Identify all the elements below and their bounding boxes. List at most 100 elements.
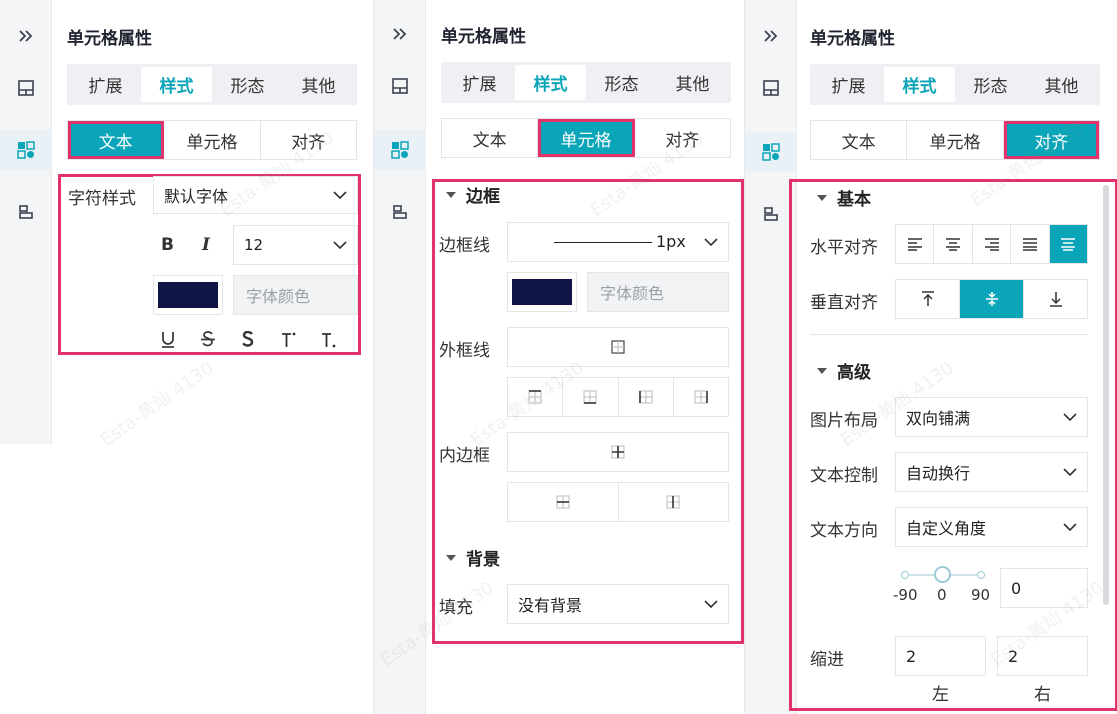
italic-button[interactable]: I: [202, 235, 210, 255]
cell-layout-icon[interactable]: [0, 68, 52, 108]
tab-other[interactable]: 其他: [283, 67, 354, 102]
main-tabs: 扩展 样式 形态 其他: [441, 62, 731, 103]
font-color-input[interactable]: 字体颜色: [233, 275, 358, 315]
hyperlink-icon[interactable]: [0, 192, 52, 232]
valign-bottom-button[interactable]: [1024, 280, 1087, 318]
slider-max-label: 90: [971, 586, 991, 604]
align-center-button[interactable]: [934, 225, 973, 263]
border-right-button[interactable]: [674, 378, 728, 416]
tab-other[interactable]: 其他: [1026, 67, 1097, 102]
expand-icon[interactable]: [745, 16, 797, 56]
strikethrough-icon[interactable]: [200, 331, 216, 349]
hyperlink-icon[interactable]: [374, 192, 426, 232]
inner-border-options: [507, 482, 729, 522]
tab-extend[interactable]: 扩展: [813, 67, 884, 102]
segment-align[interactable]: 对齐: [635, 119, 730, 157]
segment-align[interactable]: 对齐: [1003, 121, 1099, 159]
cell-style-icon[interactable]: [0, 130, 52, 170]
border-section-header[interactable]: 边框: [446, 182, 500, 207]
segment-cell[interactable]: 单元格: [538, 119, 635, 157]
inner-vertical-button[interactable]: [619, 483, 729, 521]
cell-style-icon[interactable]: [374, 130, 426, 170]
panel-title: 单元格属性: [810, 29, 895, 49]
color-swatch: [158, 282, 218, 308]
chevron-down-icon: [1063, 523, 1077, 531]
fill-value: 没有背景: [518, 596, 583, 615]
inner-vertical-icon: [666, 495, 680, 509]
font-family-select[interactable]: 默认字体: [153, 176, 358, 214]
angle-slider[interactable]: [901, 566, 985, 583]
border-top-button[interactable]: [508, 378, 564, 416]
tab-style[interactable]: 样式: [515, 65, 586, 100]
segment-text[interactable]: 文本: [442, 119, 539, 157]
valign-top-button[interactable]: [896, 280, 960, 318]
cell-style-icon[interactable]: [745, 132, 797, 172]
tab-extend[interactable]: 扩展: [444, 65, 515, 100]
expand-icon[interactable]: [374, 14, 426, 54]
slider-handle[interactable]: [934, 566, 951, 583]
hyperlink-icon[interactable]: [745, 194, 797, 234]
all-borders-button[interactable]: [508, 328, 728, 366]
outer-border-options: [507, 377, 729, 417]
border-width-value: 1px: [656, 232, 686, 251]
segment-cell[interactable]: 单元格: [907, 121, 1004, 159]
border-right-icon: [694, 390, 708, 404]
style-segment: 文本 单元格 对齐: [810, 120, 1100, 160]
style-segment: 文本 单元格 对齐: [441, 118, 731, 158]
text-direction-select[interactable]: 自定义角度: [895, 507, 1088, 547]
bold-button[interactable]: B: [161, 235, 174, 255]
font-size-select[interactable]: 12: [233, 225, 358, 265]
expand-icon[interactable]: [0, 16, 52, 56]
tab-shape[interactable]: 形态: [955, 67, 1026, 102]
cell-layout-icon[interactable]: [745, 68, 797, 108]
text-direction-label: 文本方向: [810, 521, 878, 541]
subscript-icon[interactable]: [321, 331, 337, 349]
border-bottom-button[interactable]: [563, 378, 619, 416]
text-control-select[interactable]: 自动换行: [895, 452, 1088, 492]
font-color-placeholder: 字体颜色: [246, 287, 311, 306]
border-color-picker[interactable]: [507, 272, 577, 312]
advanced-section-header[interactable]: 高级: [817, 358, 871, 383]
side-icon-bar: [374, 0, 426, 714]
font-style-label: 字符样式: [68, 189, 136, 209]
image-layout-select[interactable]: 双向铺满: [895, 397, 1088, 437]
fill-select[interactable]: 没有背景: [507, 584, 729, 624]
segment-cell[interactable]: 单元格: [164, 121, 261, 159]
align-justify-button[interactable]: [1011, 225, 1050, 263]
align-right-button[interactable]: [973, 225, 1012, 263]
inner-all-button[interactable]: [508, 433, 728, 471]
basic-section-header[interactable]: 基本: [817, 185, 871, 210]
shadow-text-icon[interactable]: [240, 331, 256, 349]
border-left-button[interactable]: [619, 378, 674, 416]
inner-horizontal-button[interactable]: [508, 483, 619, 521]
superscript-icon[interactable]: [281, 331, 297, 349]
segment-text[interactable]: 文本: [68, 121, 165, 159]
panel-title: 单元格属性: [67, 29, 152, 49]
cell-layout-icon[interactable]: [374, 66, 426, 106]
indent-left-input[interactable]: 2: [895, 636, 986, 676]
indent-right-input[interactable]: 2: [997, 636, 1088, 676]
align-left-button[interactable]: [896, 225, 935, 263]
tab-shape[interactable]: 形态: [212, 67, 283, 102]
basic-section-title: 基本: [837, 190, 871, 210]
color-picker[interactable]: [153, 275, 223, 315]
segment-align[interactable]: 对齐: [261, 121, 356, 159]
segment-text[interactable]: 文本: [811, 121, 908, 159]
align-left-icon: [907, 238, 922, 251]
chevron-down-icon: [704, 600, 718, 608]
align-distributed-button[interactable]: [1049, 225, 1088, 263]
border-line-select[interactable]: 1px: [507, 222, 729, 262]
tab-style[interactable]: 样式: [884, 67, 955, 102]
tab-shape[interactable]: 形态: [586, 65, 657, 100]
valign-middle-button[interactable]: [960, 280, 1024, 318]
angle-input[interactable]: 0: [1000, 568, 1088, 608]
background-section-header[interactable]: 背景: [446, 545, 500, 570]
border-color-input[interactable]: 字体颜色: [587, 272, 729, 312]
scrollbar[interactable]: [1103, 185, 1109, 605]
underline-icon[interactable]: [161, 331, 175, 349]
inner-border-label: 内边框: [439, 446, 490, 466]
tab-style[interactable]: 样式: [141, 67, 212, 102]
align-right-icon: [984, 238, 999, 251]
tab-other[interactable]: 其他: [657, 65, 728, 100]
tab-extend[interactable]: 扩展: [70, 67, 141, 102]
